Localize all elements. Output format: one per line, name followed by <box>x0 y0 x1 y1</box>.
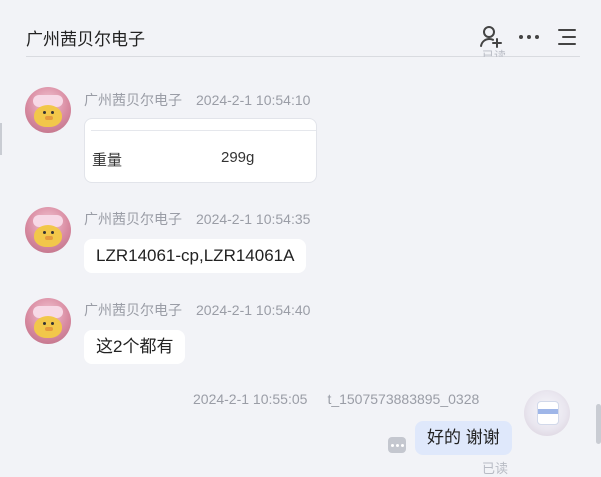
my-avatar[interactable] <box>524 390 570 436</box>
my-message-bubble[interactable]: 好的 谢谢 <box>415 421 512 455</box>
message-bubble[interactable]: LZR14061-cp,LZR14061A <box>84 239 307 273</box>
message-options-icon[interactable] <box>388 437 406 453</box>
menu-list-icon[interactable] <box>554 24 580 50</box>
sender-name: t_1507573883895_0328 <box>327 391 480 407</box>
chat-header: 广州茜贝尔电子 <box>0 0 601 57</box>
sender-name: 广州茜贝尔电子 <box>84 92 182 108</box>
sender-name: 广州茜贝尔电子 <box>84 302 182 318</box>
avatar[interactable] <box>25 87 71 133</box>
clipped-read-status: 已读 <box>482 49 507 57</box>
avatar[interactable] <box>25 207 71 253</box>
message-time: 2024-2-1 10:54:40 <box>196 302 311 318</box>
message-time: 2024-2-1 10:54:35 <box>196 211 311 227</box>
spec-key: 重量 <box>92 152 123 169</box>
card-divider <box>91 130 316 131</box>
message-time: 2024-2-1 10:54:10 <box>196 92 311 108</box>
product-spec-card[interactable]: 重量 299g <box>84 118 317 183</box>
message-meta: 广州茜贝尔电子 2024-2-1 10:54:10 <box>84 90 310 110</box>
sender-name: 广州茜贝尔电子 <box>84 211 182 227</box>
message-time: 2024-2-1 10:55:05 <box>193 391 308 407</box>
scrollbar[interactable] <box>596 404 601 444</box>
message-meta: 广州茜贝尔电子 2024-2-1 10:54:40 <box>84 300 310 320</box>
chat-title: 广州茜贝尔电子 <box>26 30 145 49</box>
read-status: 已读 <box>482 461 509 476</box>
message-meta: 2024-2-1 10:55:05 t_1507573883895_0328 <box>193 391 479 407</box>
left-panel-edge <box>0 123 2 155</box>
message-meta: 广州茜贝尔电子 2024-2-1 10:54:35 <box>84 209 310 229</box>
more-icon[interactable] <box>516 24 542 50</box>
message-bubble[interactable]: 这2个都有 <box>84 330 186 364</box>
avatar[interactable] <box>25 298 71 344</box>
spec-value: 299g <box>221 149 255 166</box>
